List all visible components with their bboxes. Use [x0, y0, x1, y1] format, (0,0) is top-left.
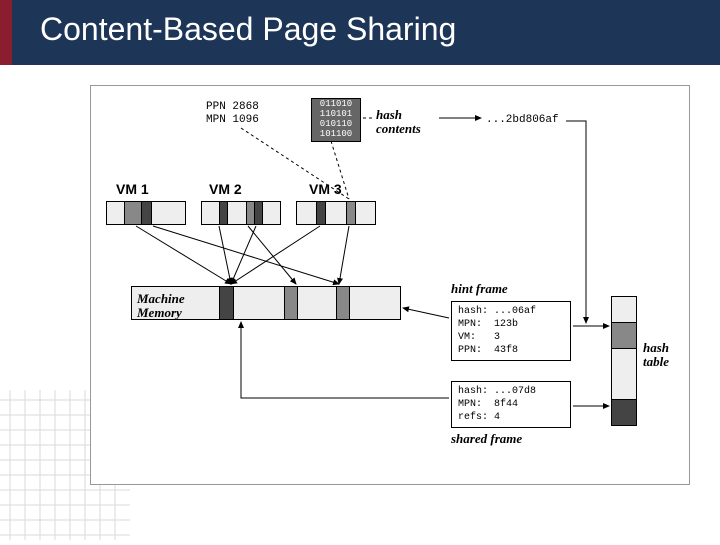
hash-table	[611, 296, 637, 426]
ppn-mpn-text: PPN 2868 MPN 1096	[206, 101, 259, 127]
vm1-label: VM 1	[116, 181, 149, 197]
shared-frame-box: hash: ...07d8 MPN: 8f44 refs: 4	[451, 381, 571, 428]
hint-hash: hash: ...06af	[458, 306, 536, 317]
hint-vm: VM: 3	[458, 332, 500, 343]
vm3-mem	[296, 201, 376, 225]
slide-title: Content-Based Page Sharing	[0, 0, 720, 65]
shared-mpn: MPN: 8f44	[458, 399, 518, 410]
hint-frame-box: hash: ...06af MPN: 123b VM: 3 PPN: 43f8	[451, 301, 571, 361]
bits-box: 011010 110101 010110 101100	[311, 98, 361, 142]
hint-mpn: MPN: 123b	[458, 319, 518, 330]
diagram-container: PPN 2868 MPN 1096 011010 110101 010110 1…	[90, 85, 690, 485]
hint-ppn: PPN: 43f8	[458, 345, 518, 356]
shared-hash: hash: ...07d8	[458, 386, 536, 397]
hint-frame-label: hint frame	[451, 281, 508, 297]
hash-value: ...2bd806af	[486, 114, 559, 126]
machine-memory-label: MachineMemory	[137, 292, 185, 321]
shared-frame-label: shared frame	[451, 431, 522, 447]
vm3-label: VM 3	[309, 181, 342, 197]
vm2-mem	[201, 201, 281, 225]
hash-contents-label: hashcontents	[376, 108, 421, 137]
vm2-label: VM 2	[209, 181, 242, 197]
hash-table-label: hashtable	[643, 341, 669, 370]
vm1-mem	[106, 201, 186, 225]
shared-refs: refs: 4	[458, 412, 500, 423]
arrows	[91, 86, 689, 484]
